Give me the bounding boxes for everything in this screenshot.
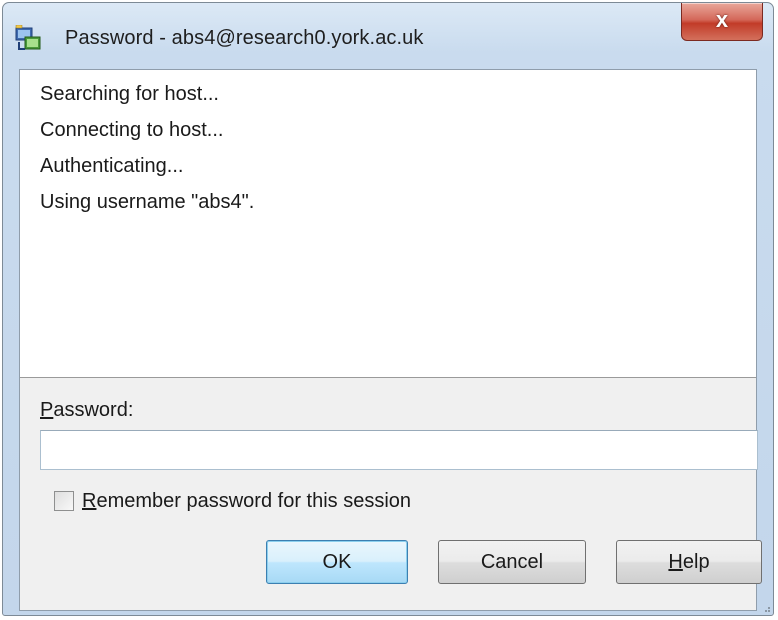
help-button-label: elp bbox=[682, 550, 710, 573]
dialog-body: Searching for host... Connecting to host… bbox=[19, 69, 762, 611]
close-button[interactable]: x bbox=[681, 3, 763, 41]
remember-label-text: emember password for this session bbox=[96, 490, 412, 512]
log-line: Searching for host... bbox=[40, 83, 219, 105]
help-button[interactable]: Help bbox=[616, 540, 762, 584]
title-bar[interactable]: Password - abs4@research0.york.ac.uk x bbox=[3, 3, 773, 71]
password-label-text: assword: bbox=[53, 399, 134, 421]
connection-log: Searching for host... Connecting to host… bbox=[20, 70, 756, 378]
app-terminal-icon bbox=[15, 25, 41, 50]
remember-password-label[interactable]: Remember password for this session bbox=[82, 489, 411, 513]
remember-label-mnemonic: R bbox=[82, 490, 97, 512]
log-line: Using username "abs4". bbox=[40, 191, 255, 213]
cancel-button[interactable]: Cancel bbox=[438, 540, 586, 584]
log-line: Authenticating... bbox=[40, 155, 184, 177]
ok-button-label: OK bbox=[322, 550, 352, 573]
password-label-mnemonic: P bbox=[40, 399, 54, 421]
close-icon: x bbox=[715, 7, 729, 32]
resize-grip-icon[interactable] bbox=[761, 603, 771, 613]
password-dialog: Password - abs4@research0.york.ac.uk x S… bbox=[2, 2, 774, 616]
password-input[interactable] bbox=[40, 430, 758, 470]
log-line: Connecting to host... bbox=[40, 119, 224, 141]
password-label: Password: bbox=[40, 398, 133, 422]
cancel-button-label: Cancel bbox=[480, 550, 544, 573]
remember-password-option[interactable]: Remember password for this session bbox=[54, 488, 411, 514]
ok-button[interactable]: OK bbox=[266, 540, 408, 584]
window-title: Password - abs4@research0.york.ac.uk bbox=[65, 27, 424, 49]
help-button-mnemonic: H bbox=[668, 550, 683, 573]
remember-password-checkbox[interactable] bbox=[54, 491, 74, 511]
